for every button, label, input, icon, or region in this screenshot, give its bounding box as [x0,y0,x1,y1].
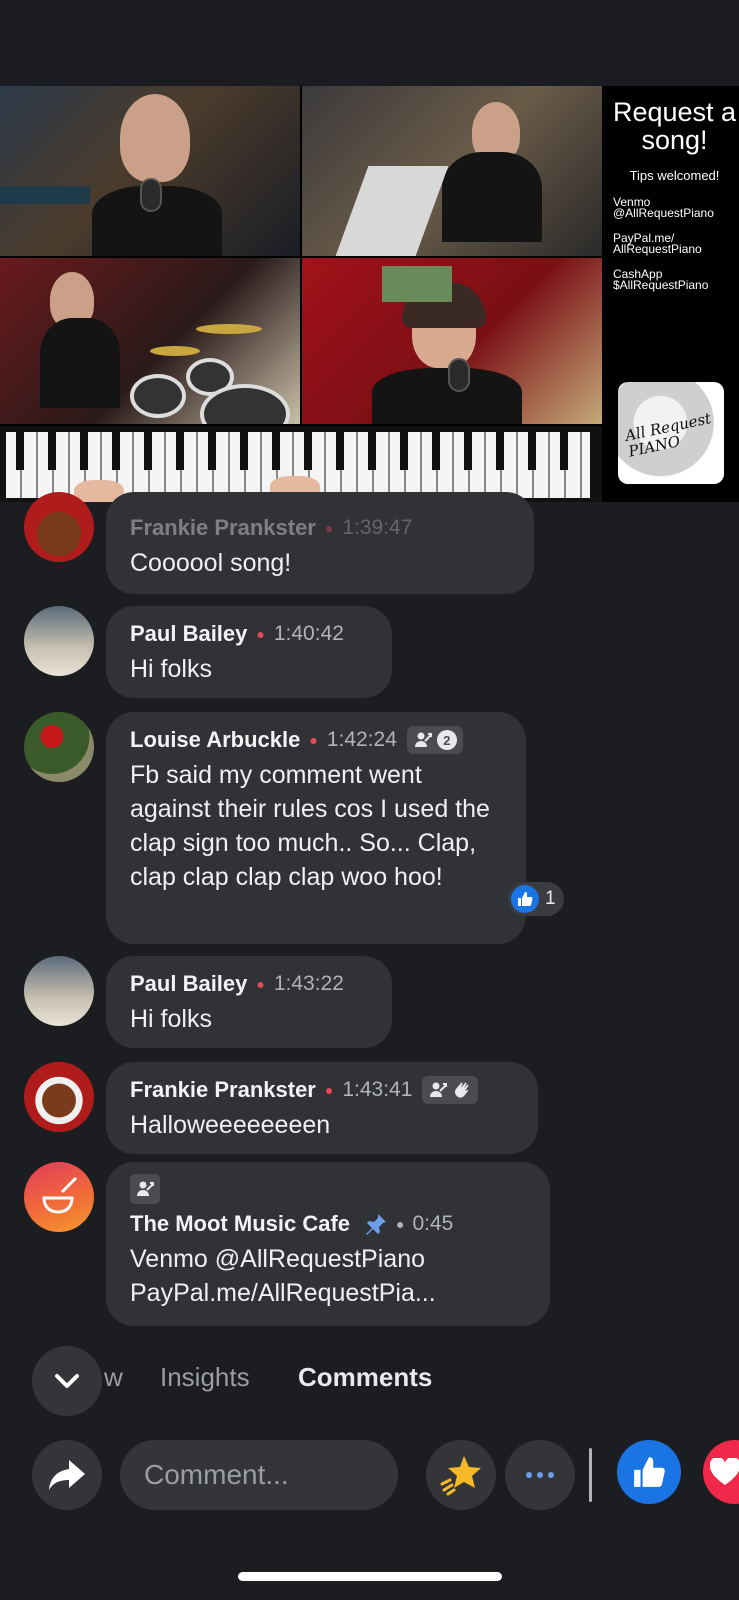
promo-paypal: PayPal.me/ AllRequestPiano [613,231,702,256]
comment-time: 1:42:24 [326,728,397,751]
user-badges: 2 [406,726,463,754]
video-tile-singer [0,86,300,256]
commenter-name[interactable]: Paul Bailey [130,971,247,997]
cafe-logo-icon [42,1176,78,1214]
commenter-name[interactable]: The Moot Music Cafe [130,1211,350,1237]
comment-time: 1:43:41 [342,1078,413,1101]
avatar[interactable] [24,956,94,1026]
tab-overview[interactable]: w [104,1362,123,1393]
share-button[interactable] [32,1440,102,1510]
comment-bubble[interactable]: Paul Bailey ● 1:40:42 Hi folks [106,606,392,698]
comment-time: 1:40:42 [273,622,344,645]
like-button[interactable] [617,1440,681,1504]
comment-text: Hi folks [130,1005,212,1033]
tab-insights[interactable]: Insights [160,1362,250,1393]
comment-bubble[interactable]: Paul Bailey ● 1:43:22 Hi folks [106,956,392,1048]
live-video[interactable]: Request a song! Tips welcomed! Venmo @Al… [0,86,739,502]
reaction-count: 1 [545,888,556,909]
like-icon [511,885,539,913]
comment-bubble[interactable]: Frankie Prankster ● 1:43:41 Halloweeeeee… [106,1062,538,1154]
commenter-name[interactable]: Frankie Prankster [130,1077,316,1103]
video-tile-drummer [0,258,300,424]
comment-bubble[interactable]: The Moot Music Cafe ● 0:45 Venmo @AllReq… [106,1162,550,1326]
comment-input[interactable] [120,1440,398,1510]
more-button[interactable] [505,1440,575,1510]
more-icon [525,1471,555,1479]
promo-title: Request a song! [612,97,737,155]
comment-text: Coooool song! [130,549,292,577]
comment-time: 1:39:47 [342,516,413,539]
pin-icon [364,1212,388,1236]
piano-cam [0,426,602,502]
comment-text: Hi folks [130,655,212,683]
top-fan-icon [426,1078,450,1102]
comment-composer-bar [0,1440,739,1520]
commenter-name[interactable]: Frankie Prankster [130,515,316,541]
video-tile-vocalist [302,258,602,424]
reaction-summary[interactable]: 1 [508,882,564,916]
comment-text: Halloweeeeeeeen [130,1111,331,1139]
commenter-name[interactable]: Louise Arbuckle [130,727,300,753]
share-icon [47,1458,87,1492]
status-bar [0,0,739,86]
home-indicator [238,1572,502,1581]
love-icon [710,1458,739,1486]
comment-bubble[interactable]: Louise Arbuckle ● 1:42:24 2 Fb said my c… [106,712,526,944]
request-song-panel: Request a song! Tips welcomed! Venmo @Al… [604,86,739,502]
user-badges [422,1076,479,1104]
star-icon [438,1454,484,1496]
comment-time: 0:45 [412,1212,454,1235]
promo-tips: Tips welcomed! [629,168,720,183]
wave-icon [450,1078,474,1102]
avatar[interactable] [24,606,94,676]
comment-text-line-2: PayPal.me/AllRequestPia... [130,1279,436,1307]
commenter-name[interactable]: Paul Bailey [130,621,247,647]
top-fan-icon [130,1174,160,1204]
tab-bar: w Insights Comments [0,1346,739,1416]
comment-text-line-1: Venmo @AllRequestPiano [130,1245,425,1273]
stars-button[interactable] [426,1440,496,1510]
top-fan-icon [411,728,435,752]
avatar[interactable] [24,1062,94,1132]
collapse-button[interactable] [32,1346,102,1416]
comment-bubble[interactable]: Frankie Prankster ● 1:39:47 Coooool song… [106,492,534,594]
divider [589,1448,592,1502]
avatar[interactable] [24,492,94,562]
comment-text: Fb said my comment went against their ru… [130,761,490,891]
chevron-down-icon [54,1372,80,1390]
video-tile-pianist [302,86,602,256]
avatar[interactable] [24,712,94,782]
promo-cashapp: CashApp $AllRequestPiano [613,267,709,292]
avatar[interactable] [24,1162,94,1232]
promo-venmo: Venmo @AllRequestPiano [613,195,714,220]
tab-comments[interactable]: Comments [298,1362,432,1393]
love-button[interactable] [703,1440,739,1504]
badge-number-icon: 2 [435,728,459,752]
comment-time: 1:43:22 [273,972,344,995]
like-icon [632,1455,666,1489]
